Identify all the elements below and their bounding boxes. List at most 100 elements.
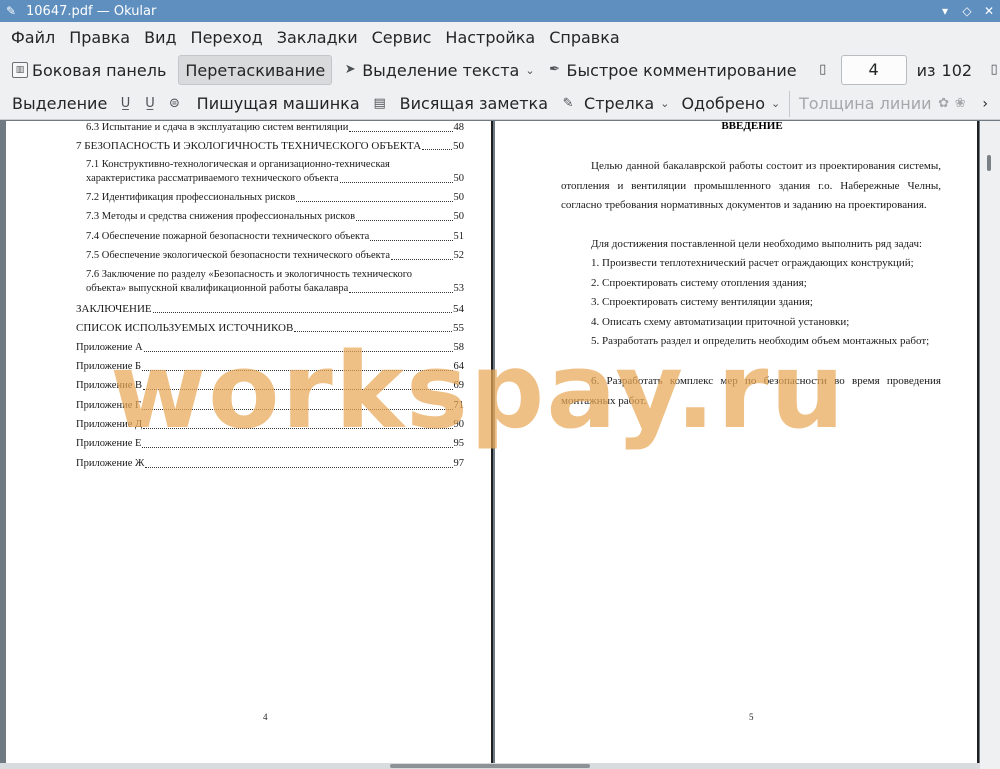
page-number: 5 xyxy=(749,712,754,722)
toc-entry-page: 54 xyxy=(453,303,464,315)
selection-label: Выделение xyxy=(12,94,108,113)
menu-file[interactable]: Файл xyxy=(4,28,62,47)
okular-app-icon: ✎ xyxy=(6,4,17,18)
toc-entry: 7.1 Конструктивно-технологическая и орга… xyxy=(86,158,464,172)
main-toolbar: ▥ Боковая панель Перетаскивание ➤ Выделе… xyxy=(0,52,1000,88)
text-select-button[interactable]: ➤ Выделение текста ⌄ xyxy=(336,55,540,85)
menu-go[interactable]: Переход xyxy=(184,28,270,47)
title-bar: ✎ 10647.pdf — Okular ▾ ◇ ✕ xyxy=(0,0,1000,22)
menu-help[interactable]: Справка xyxy=(542,28,627,47)
close-icon[interactable]: ✕ xyxy=(978,0,1000,22)
hanging-note-button[interactable]: ▤ Висящая заметка xyxy=(366,89,554,119)
page-navigator: ▯ 4 из 102 ▯ xyxy=(809,55,1000,85)
toc-entry-title: характеристика рассматриваемого техничес… xyxy=(86,173,339,184)
toc-entry-page: 51 xyxy=(453,231,465,242)
paragraph: 4. Описать схему автоматизации приточной… xyxy=(591,316,850,328)
scrollbar-thumb[interactable] xyxy=(987,155,991,171)
page-number-input[interactable]: 4 xyxy=(840,55,907,85)
menu-settings[interactable]: Настройка xyxy=(438,28,542,47)
toc-entry-title: Приложение Д xyxy=(76,419,143,430)
approved-label: Одобрено xyxy=(681,94,765,113)
menu-tools[interactable]: Сервис xyxy=(365,28,439,47)
strikeout-icon[interactable]: ⊜ xyxy=(168,96,180,112)
color-icon[interactable]: ✿ xyxy=(938,96,950,112)
minimize-icon[interactable]: ▾ xyxy=(934,0,956,22)
toc-entry-page: 71 xyxy=(453,400,465,411)
toc-entry: ЗАКЛЮЧЕНИЕ 54 xyxy=(76,302,464,316)
hanging-note-label: Висящая заметка xyxy=(399,94,549,113)
section-heading: ВВЕДЕНИЕ xyxy=(721,121,783,132)
page-edge xyxy=(977,121,979,765)
toc-entry-title: 7.6 Заключение по разделу «Безопасность … xyxy=(86,269,413,280)
previous-page-icon[interactable]: ▯ xyxy=(815,62,831,78)
pdf-page-4: 6.3 Испытание и сдача в эксплуатацию сис… xyxy=(6,121,491,765)
toc-entry: 7.5 Обеспечение экологической безопаснос… xyxy=(86,249,464,263)
toc-entry: Приложение А 58 xyxy=(76,341,464,355)
toolbar-overflow-icon[interactable]: › xyxy=(970,96,1000,112)
sidebar-button[interactable]: ▥ Боковая панель xyxy=(6,55,172,85)
toc-entry: Приложение Б 64 xyxy=(76,360,464,374)
scrollbar-thumb[interactable] xyxy=(390,764,590,768)
toc-entry-page: 52 xyxy=(453,250,465,261)
menu-view[interactable]: Вид xyxy=(137,28,183,47)
toc-entry-title: Приложение А xyxy=(76,342,143,353)
toc-entry: Приложение Ж 97 xyxy=(76,457,464,471)
toc-entry-page: 97 xyxy=(453,458,465,469)
toc-entry-page: 48 xyxy=(453,122,465,133)
toc-entry: 7.3 Методы и средства снижения профессио… xyxy=(86,210,464,224)
toc-leader-dots xyxy=(390,259,453,260)
toc-entry-page: 53 xyxy=(453,283,465,294)
toc-leader-dots xyxy=(296,201,453,202)
toc-leader-dots xyxy=(152,312,452,313)
toolbar-separator xyxy=(789,90,790,117)
highlighter-icon: ✒ xyxy=(549,62,560,77)
toc-entry-title: Приложение Г xyxy=(76,400,142,411)
horizontal-scrollbar[interactable] xyxy=(0,763,980,769)
chevron-down-icon[interactable]: ⌄ xyxy=(525,64,534,77)
chevron-down-icon[interactable]: ⌄ xyxy=(660,97,669,110)
squiggly-underline-icon[interactable]: U̲ xyxy=(144,96,156,112)
cursor-icon: ➤ xyxy=(344,62,356,77)
underline-icon[interactable]: U̲ xyxy=(119,96,131,112)
menu-bar: Файл Правка Вид Переход Закладки Сервис … xyxy=(0,22,1000,52)
toc-entry: 7 БЕЗОПАСНОСТЬ И ЭКОЛОГИЧНОСТЬ ТЕХНИЧЕСК… xyxy=(76,139,464,153)
selection-tool-button[interactable]: Выделение xyxy=(6,89,113,119)
line-width-label: Толщина линии xyxy=(799,94,932,113)
toc-entry: Приложение Г 71 xyxy=(76,399,464,413)
toc-entry: объекта» выпускной квалификационной рабо… xyxy=(86,282,464,296)
typewriter-button[interactable]: Пишущая машинка xyxy=(191,89,366,119)
toc-leader-dots xyxy=(294,331,452,332)
toc-entry-title: Приложение Е xyxy=(76,438,142,449)
maximize-icon[interactable]: ◇ xyxy=(956,0,978,22)
opacity-icon[interactable]: ❀ xyxy=(954,96,966,112)
toc-entry: СПИСОК ИСПОЛЬЗУЕМЫХ ИСТОЧНИКОВ 55 xyxy=(76,321,464,335)
toc-entry-page: 55 xyxy=(453,322,464,334)
document-view[interactable]: 6.3 Испытание и сдача в эксплуатацию сис… xyxy=(0,121,1000,769)
page-divider xyxy=(491,121,493,765)
toc-entry-title: ЗАКЛЮЧЕНИЕ xyxy=(76,303,152,315)
toc-leader-dots xyxy=(339,182,453,183)
toc-entry-title: 6.3 Испытание и сдача в эксплуатацию сис… xyxy=(86,122,349,133)
vertical-scrollbar[interactable] xyxy=(980,121,1000,769)
line-width-button[interactable]: Толщина линии xyxy=(793,89,938,119)
menu-bookmarks[interactable]: Закладки xyxy=(270,28,365,47)
toc-leader-dots xyxy=(143,351,453,352)
chevron-down-icon[interactable]: ⌄ xyxy=(771,97,780,110)
paragraph: 3. Спроектировать систему вентиляции зда… xyxy=(591,296,813,308)
next-page-icon[interactable]: ▯ xyxy=(986,62,1000,78)
toc-entry: 7.4 Обеспечение пожарной безопасности те… xyxy=(86,230,464,244)
toc-entry-page: 50 xyxy=(453,140,464,152)
quick-comment-button[interactable]: ✒ Быстрое комментирование xyxy=(541,55,803,85)
toc-entry-title: 7 БЕЗОПАСНОСТЬ И ЭКОЛОГИЧНОСТЬ ТЕХНИЧЕСК… xyxy=(76,140,422,152)
toc-entry-title: 7.4 Обеспечение пожарной безопасности те… xyxy=(86,231,370,242)
drag-mode-button[interactable]: Перетаскивание xyxy=(178,55,333,85)
toc-entry: 7.2 Идентификация профессиональных риско… xyxy=(86,191,464,205)
stamp-approved-button[interactable]: Одобрено ⌄ xyxy=(675,89,786,119)
toc-entry: 6.3 Испытание и сдача в эксплуатацию сис… xyxy=(86,121,464,135)
note-icon: ▤ xyxy=(373,95,386,111)
toc-entry-page: 90 xyxy=(453,419,465,430)
toc-entry: Приложение В 69 xyxy=(76,379,464,393)
arrow-tool-button[interactable]: ✎ Стрелка ⌄ xyxy=(554,89,675,119)
menu-edit[interactable]: Правка xyxy=(62,28,137,47)
toc-entry-page: 50 xyxy=(453,173,465,184)
